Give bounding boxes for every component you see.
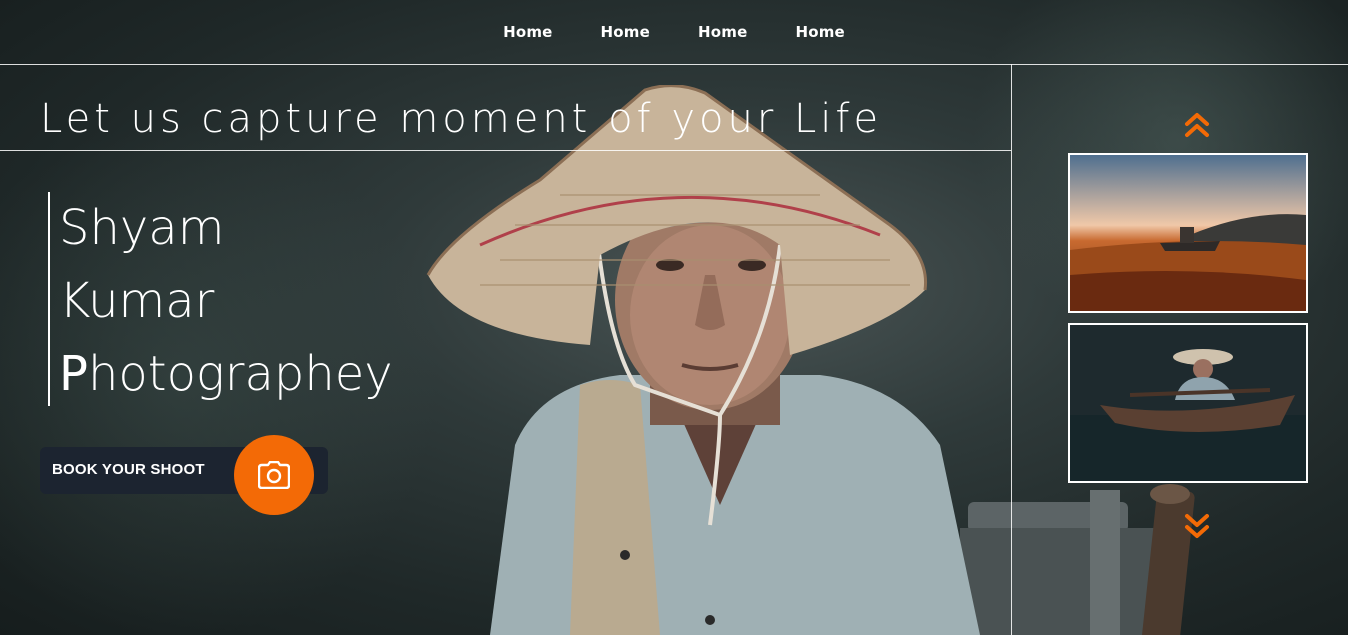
nav-link-home[interactable]: Home [698, 23, 747, 41]
studio-name: Shyam Kumar Photographey [48, 192, 393, 406]
nav-link-home[interactable]: Home [795, 23, 844, 41]
camera-icon [258, 461, 290, 489]
studio-name-line: Kumar [59, 273, 215, 329]
camera-button[interactable] [234, 435, 314, 515]
hero-page: Home Home Home Home Let us capture momen… [0, 0, 1348, 635]
divider [1011, 64, 1012, 635]
divider [0, 64, 1348, 65]
nav-link-home[interactable]: Home [601, 23, 650, 41]
lake-boat-photo [1070, 325, 1306, 481]
main-nav: Home Home Home Home [0, 0, 1348, 64]
studio-name-line: Photographey [59, 346, 393, 402]
sunset-boat-photo [1070, 155, 1306, 311]
nav-link-home[interactable]: Home [503, 23, 552, 41]
gallery-thumbnail[interactable] [1068, 323, 1308, 483]
double-chevron-down-icon[interactable] [1184, 512, 1210, 540]
name-initial: P [59, 346, 88, 402]
divider [0, 150, 1011, 151]
book-shoot-label: BOOK YOUR SHOOT [52, 461, 205, 478]
double-chevron-up-icon[interactable] [1184, 111, 1210, 139]
gallery-thumbnail[interactable] [1068, 153, 1308, 313]
studio-name-line: Shyam [59, 200, 225, 256]
portrait-image [426, 85, 980, 635]
hero-tagline: Let us capture moment of your Life [40, 96, 883, 142]
